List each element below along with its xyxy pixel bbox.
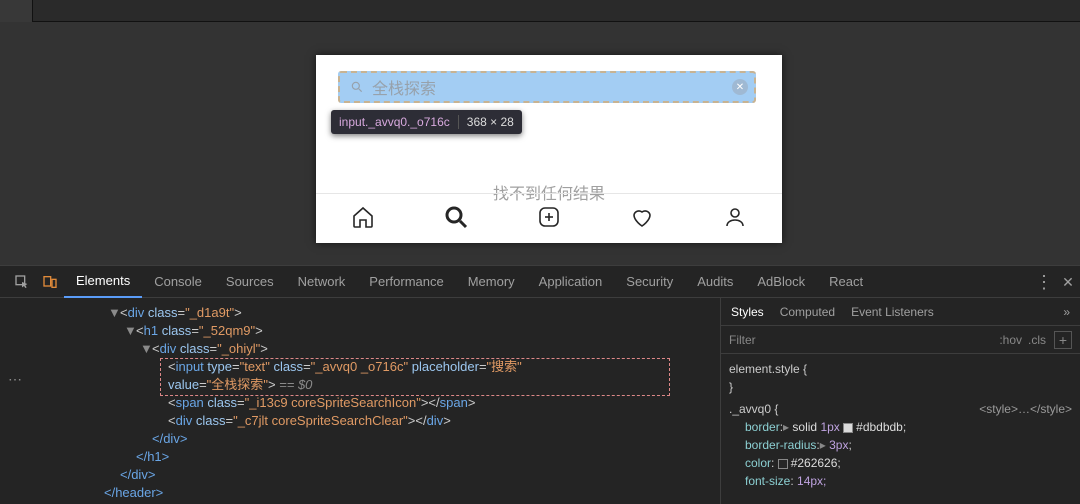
collapsed-indicator-icon: ⋯ bbox=[8, 370, 22, 388]
styles-tab-computed[interactable]: Computed bbox=[780, 305, 835, 319]
tab-console[interactable]: Console bbox=[142, 266, 214, 298]
styles-sidebar: Styles Computed Event Listeners » Filter… bbox=[720, 298, 1080, 504]
styles-filter-input[interactable]: Filter bbox=[729, 333, 993, 347]
nav-home[interactable] bbox=[351, 205, 375, 232]
bottom-nav bbox=[316, 193, 782, 243]
device-toolbar-icon[interactable] bbox=[36, 268, 64, 296]
tab-elements[interactable]: Elements bbox=[64, 266, 142, 298]
styles-tabbar: Styles Computed Event Listeners » bbox=[721, 298, 1080, 326]
tab-security[interactable]: Security bbox=[614, 266, 685, 298]
nav-search[interactable] bbox=[444, 205, 468, 232]
tab-audits[interactable]: Audits bbox=[685, 266, 745, 298]
dom-tree[interactable]: ⋯ ▼<div class="_d1a9t"> ▼<h1 class="_52q… bbox=[0, 298, 720, 504]
cls-toggle[interactable]: .cls bbox=[1028, 333, 1046, 347]
tab-memory[interactable]: Memory bbox=[456, 266, 527, 298]
tab-performance[interactable]: Performance bbox=[357, 266, 455, 298]
tab-sources[interactable]: Sources bbox=[214, 266, 286, 298]
toolbar-button[interactable] bbox=[0, 0, 33, 22]
tooltip-selector: input._avvq0._o716c bbox=[339, 115, 450, 129]
browser-toolbar bbox=[0, 0, 1080, 22]
hov-toggle[interactable]: :hov bbox=[999, 333, 1022, 347]
tab-application[interactable]: Application bbox=[527, 266, 615, 298]
search-input-highlighted[interactable]: 全栈探索 ✕ bbox=[338, 71, 756, 103]
tab-network[interactable]: Network bbox=[286, 266, 358, 298]
css-rules[interactable]: element.style { } ._avvq0 {<style>…</sty… bbox=[721, 354, 1080, 496]
inspect-element-icon[interactable] bbox=[8, 268, 36, 296]
nav-add[interactable] bbox=[537, 205, 561, 232]
styles-filter-row: Filter :hov .cls + bbox=[721, 326, 1080, 354]
tooltip-dimensions: 368 × 28 bbox=[458, 115, 514, 129]
search-placeholder-text: 全栈探索 bbox=[372, 75, 732, 99]
clear-search-icon[interactable]: ✕ bbox=[732, 79, 748, 95]
styles-more-icon[interactable]: » bbox=[1063, 305, 1070, 319]
rendered-page: 全栈探索 ✕ 找不到任何结果 input._avvq0._o716c 368 ×… bbox=[0, 0, 1080, 265]
devtools-close-icon[interactable]: ✕ bbox=[1056, 273, 1080, 291]
element-inspector-tooltip: input._avvq0._o716c 368 × 28 bbox=[331, 110, 522, 134]
tab-react[interactable]: React bbox=[817, 266, 875, 298]
nav-profile[interactable] bbox=[723, 205, 747, 232]
magnify-icon bbox=[350, 80, 364, 94]
devtools-tabbar: Elements Console Sources Network Perform… bbox=[0, 266, 1080, 298]
styles-tab-listeners[interactable]: Event Listeners bbox=[851, 305, 934, 319]
devtools-menu-icon[interactable]: ⋮ bbox=[1032, 273, 1056, 291]
mobile-app-preview: 全栈探索 ✕ 找不到任何结果 bbox=[316, 55, 782, 243]
tab-adblock[interactable]: AdBlock bbox=[745, 266, 817, 298]
devtools-panel: Elements Console Sources Network Perform… bbox=[0, 265, 1080, 504]
styles-tab-styles[interactable]: Styles bbox=[731, 305, 764, 319]
nav-activity[interactable] bbox=[630, 205, 654, 232]
new-style-rule-icon[interactable]: + bbox=[1054, 331, 1072, 349]
